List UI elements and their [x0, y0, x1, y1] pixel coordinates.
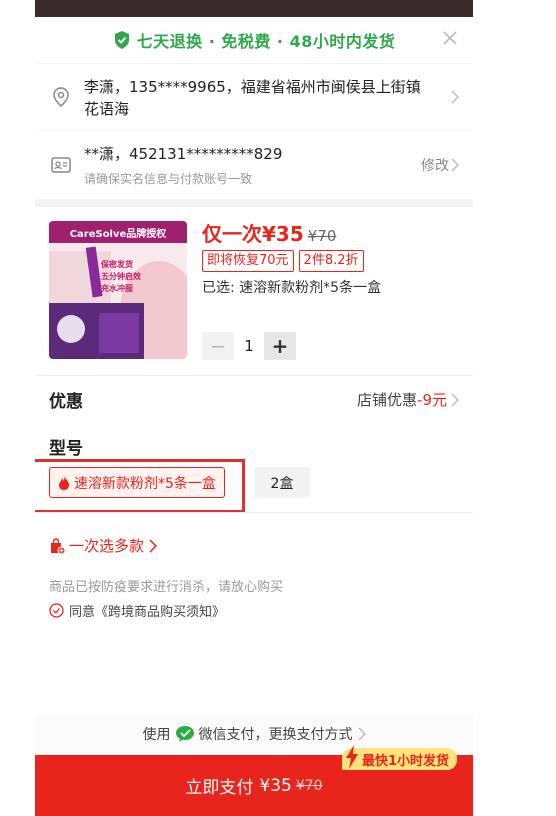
fast-shipping-text: 最快1小时发货	[361, 753, 449, 769]
payment-prefix: 使用	[142, 727, 171, 743]
highlight-box	[35, 459, 245, 513]
price-line: 仅一次 ¥35 ¥70	[202, 218, 336, 247]
identity-row[interactable]: **潇，452131*********829 请确保实名信息与付款账号一致 修改	[35, 131, 473, 199]
original-price: ¥70	[307, 227, 337, 245]
identity-value: **潇，452131*********829	[84, 145, 283, 163]
service-banner: 七天退换 · 免税费 · 48小时内发货	[35, 17, 473, 63]
multi-select-label: 一次选多款	[69, 537, 145, 555]
close-icon[interactable]	[441, 29, 459, 47]
chevron-right-icon	[357, 727, 366, 741]
shield-check-icon	[114, 31, 129, 49]
chevron-right-icon	[451, 90, 459, 104]
identity-hint: 请确保实名信息与付款账号一致	[84, 172, 253, 186]
address-row[interactable]: 李潇，135****9965，福建省福州市闽侯县上街镇花语海	[35, 64, 473, 130]
promo-detail-text: 店铺优惠	[357, 391, 418, 409]
background-overlay	[35, 0, 473, 17]
payment-method-text: 微信支付，更换支付方式	[198, 727, 353, 743]
promo-tags: 即将恢复70元 2件8.2折	[202, 250, 369, 272]
promo-amount: -9元	[417, 391, 447, 409]
current-price: ¥35	[262, 222, 304, 246]
shopping-bag-plus-icon	[51, 537, 65, 554]
check-circle-icon[interactable]	[49, 603, 64, 618]
divider	[35, 375, 473, 376]
lightning-icon	[345, 745, 358, 769]
model-label: 型号	[49, 439, 83, 459]
image-copy: 保密发货 五分钟启效 充水冲服	[101, 259, 141, 295]
selected-variant-text: 已选: 速溶新款粉剂*5条一盒	[202, 280, 382, 296]
location-pin-icon	[53, 87, 69, 107]
modify-link[interactable]: 修改	[421, 155, 449, 175]
banner-text: 七天退换 · 免税费 · 48小时内发货	[136, 32, 396, 51]
address-text: 李潇，135****9965，福建省福州市闽侯县上街镇花语海	[84, 78, 421, 118]
agree-label: 同意《跨境商品购买须知》	[69, 605, 226, 620]
product-image[interactable]: CareSolve品牌授权 保密发货 五分钟启效 充水冲服	[49, 221, 187, 359]
image-brand-text: CareSolve品牌授权	[69, 229, 167, 240]
quantity-value[interactable]: 1	[234, 337, 264, 355]
image-line: 充水冲服	[101, 284, 133, 293]
image-line: 保密发货	[101, 260, 133, 269]
agree-terms[interactable]: 同意《跨境商品购买须知》	[49, 601, 225, 620]
promo-label: 优惠	[49, 392, 83, 412]
price-prefix: 仅一次	[202, 222, 262, 246]
increase-button[interactable]: +	[264, 332, 296, 360]
wechat-pay-icon	[175, 726, 194, 742]
model-option[interactable]: 2盒	[254, 467, 310, 498]
fast-shipping-badge: 最快1小时发货	[341, 745, 457, 770]
pay-now-price: ¥35	[259, 775, 292, 796]
image-line: 五分钟启效	[101, 272, 141, 281]
promo-detail[interactable]: 店铺优惠 -9元	[357, 389, 459, 410]
chevron-right-icon[interactable]	[450, 158, 459, 172]
divider	[35, 512, 473, 513]
chevron-right-icon	[149, 538, 158, 553]
id-card-icon	[51, 157, 71, 173]
quantity-stepper: − 1 +	[202, 332, 296, 360]
decrease-button[interactable]: −	[202, 332, 234, 360]
multi-select-link[interactable]: 一次选多款	[49, 535, 161, 556]
chevron-right-icon	[451, 392, 459, 407]
pay-now-label: 立即支付	[185, 778, 254, 798]
pay-now-old-price: ¥70	[295, 777, 323, 794]
promo-tag: 即将恢复70元	[202, 250, 294, 272]
checkout-sheet: 七天退换 · 免税费 · 48小时内发货 李潇，135****9965，福建省福…	[35, 17, 473, 816]
notice-text: 商品已按防疫要求进行消杀，请放心购买	[49, 580, 284, 595]
promo-tag: 2件8.2折	[298, 250, 364, 272]
